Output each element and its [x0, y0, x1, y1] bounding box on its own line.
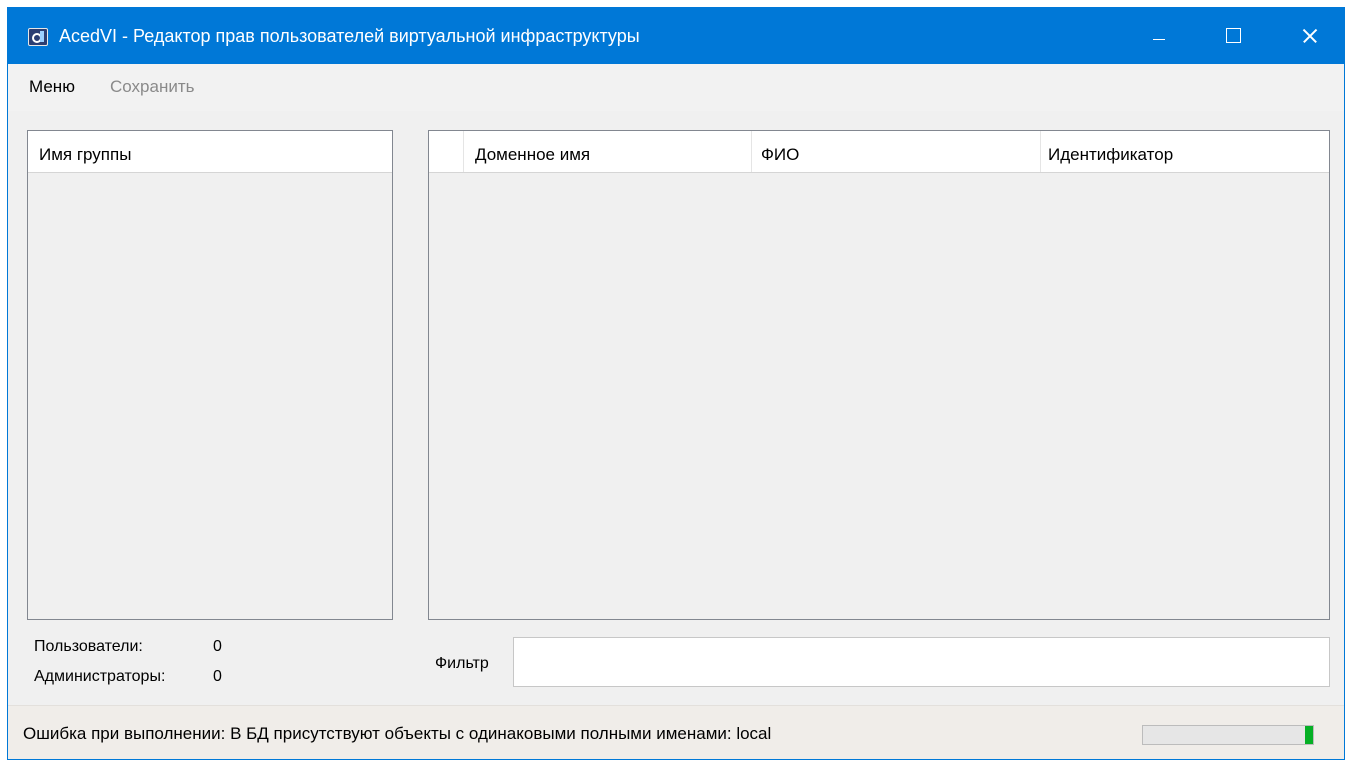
menu-item-save[interactable]: Сохранить [110, 77, 194, 97]
column-header-group-name[interactable]: Имя группы [28, 131, 392, 172]
users-count-value: 0 [213, 638, 222, 655]
column-header-full-name[interactable]: ФИО [752, 131, 1040, 172]
minimize-icon [1153, 39, 1165, 40]
users-count-label: Пользователи: [34, 638, 143, 655]
app-icon[interactable] [28, 28, 48, 46]
users-grid[interactable]: Доменное имя ФИО Идентификатор [428, 130, 1330, 620]
progress-fill [1304, 726, 1313, 744]
close-button[interactable] [1285, 8, 1333, 64]
title-bar[interactable]: AcedVI - Редактор прав пользователей вир… [8, 8, 1344, 64]
admins-count-value: 0 [213, 668, 222, 685]
column-header-domain-name[interactable]: Доменное имя [464, 131, 751, 172]
window-title: AcedVI - Редактор прав пользователей вир… [59, 26, 640, 46]
menu-item-menu[interactable]: Меню [29, 77, 75, 97]
minimize-button[interactable] [1135, 8, 1183, 64]
column-header-row-select[interactable] [429, 131, 463, 172]
users-grid-header: Доменное имя ФИО Идентификатор [429, 131, 1329, 173]
menu-bar: Меню Сохранить [8, 64, 1344, 111]
groups-grid[interactable]: Имя группы [27, 130, 393, 620]
maximize-icon [1226, 28, 1241, 43]
app-window: AcedVI - Редактор прав пользователей вир… [7, 7, 1345, 760]
admins-count-label: Администраторы: [34, 668, 166, 685]
status-message: Ошибка при выполнении: В БД присутствуют… [23, 724, 772, 743]
column-header-identifier[interactable]: Идентификатор [1041, 131, 1329, 172]
filter-label: Фильтр [435, 655, 489, 672]
filter-input[interactable] [513, 637, 1330, 687]
progress-bar [1142, 725, 1314, 745]
maximize-button[interactable] [1209, 8, 1257, 64]
status-bar: Ошибка при выполнении: В БД присутствуют… [8, 705, 1344, 759]
groups-grid-header: Имя группы [28, 131, 392, 173]
